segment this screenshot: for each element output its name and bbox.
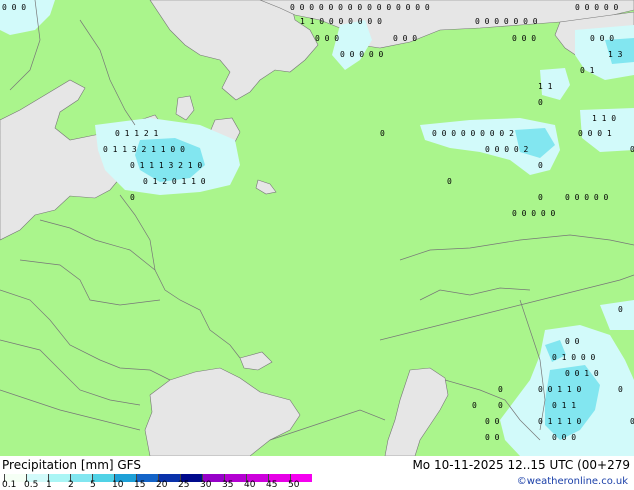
map-footer: Precipitation [mm] GFS Mo 10-11-2025 12.…: [0, 456, 634, 490]
precip-value-label: 0 0 0 0 2: [485, 145, 529, 154]
precip-value-label: 0: [538, 161, 543, 170]
caspian-sea: [384, 367, 449, 456]
precip-value-label: 0: [498, 401, 503, 410]
legend-tick-label: 30: [200, 480, 212, 490]
precip-value-label: 0 1 1 1 0: [538, 417, 582, 426]
legend-tick-label: 20: [156, 480, 168, 490]
precipitation-legend-ticks: 0.1 0.5 1 2 5 10 15 20 25 30 35 40 45 50: [0, 480, 340, 490]
legend-tick-label: 35: [222, 480, 234, 490]
precip-value-label: 0 0: [485, 417, 500, 426]
precip-value-label: 0 0 0 0 0: [340, 50, 384, 59]
legend-tick-label: 45: [266, 480, 278, 490]
precip-value-label: 0 1 1 1 3 2 1 0: [130, 161, 203, 170]
precip-value-label: 0 1 0 0 0: [552, 353, 596, 362]
precip-value-label: 1 3: [608, 50, 623, 59]
legend-tick-label: 1: [46, 480, 52, 490]
precip-value-label: 0 1 1 2 1: [115, 129, 159, 138]
legend-tick-label: 15: [134, 480, 146, 490]
precip-value-label: 0 0 0: [393, 34, 418, 43]
precip-value-label: 0 0 1 0: [565, 369, 599, 378]
precip-value-label: 0 0 0: [590, 34, 615, 43]
legend-tick-label: 0.5: [24, 480, 39, 490]
precip-value-label: 0 1 1: [552, 401, 577, 410]
forecast-datetime: Mo 10-11-2025 12..15 UTC (00+279: [412, 458, 630, 472]
white-sea: [149, 0, 319, 101]
precip-value-label: 0 0 0 0 0 0 0: [475, 17, 538, 26]
precip-value-label: 0: [538, 98, 543, 107]
legend-tick-label: 5: [90, 480, 96, 490]
precip-value-label: 0: [618, 305, 623, 314]
legend-tick-label: 40: [244, 480, 256, 490]
precip-value-label: 0 0 1 1 0: [538, 385, 582, 394]
rybinsk-reservoir: [255, 179, 277, 195]
precip-value-label: 0: [130, 193, 135, 202]
precip-value-label: 0 1 2 0 1 1 0: [143, 177, 206, 186]
precip-value-label: 0 0 0 1: [578, 129, 612, 138]
precip-value-label: 0 0 0: [552, 433, 577, 442]
precip-value-label: 1 1 0: [592, 114, 617, 123]
precip-value-label: 0: [447, 177, 452, 186]
precip-value-label: 0: [630, 417, 634, 426]
precip-value-label: 0 0 0 0 0: [575, 3, 619, 12]
precip-value-label: 0: [618, 385, 623, 394]
black-sea: [144, 367, 301, 456]
legend-tick-label: 10: [112, 480, 124, 490]
sea-of-azov: [239, 351, 273, 371]
precip-value-label: 0 0 0 0 0 0 0 0 2: [432, 129, 514, 138]
precip-value-label: 0: [538, 193, 543, 202]
weatheronline-credit-link[interactable]: ©weatheronline.co.uk: [517, 476, 628, 487]
precip-value-label: 0 0 0: [315, 34, 340, 43]
precip-value-label: 0 0 0 0 0: [565, 193, 609, 202]
map-title: Precipitation [mm] GFS: [2, 458, 141, 472]
lake-onega: [175, 95, 195, 121]
precip-value-label: 0: [380, 129, 385, 138]
precip-value-label: 0: [472, 401, 477, 410]
precip-value-label: 0 0: [565, 337, 580, 346]
precip-value-label: 0 0 0 0 0 0 0 0 0 0 0 0 0 0 0: [290, 3, 430, 12]
precip-value-label: 0 0 0: [2, 3, 27, 12]
precip-value-label: 0 1: [580, 66, 595, 75]
legend-tick-label: 2: [68, 480, 74, 490]
precip-value-label: 0: [630, 145, 634, 154]
legend-tick-label: 0.1: [2, 480, 17, 490]
precip-value-label: 1 1 0 0 0 0 0 0 0: [300, 17, 382, 26]
legend-tick-label: 25: [178, 480, 190, 490]
precip-value-label: 0 1 1 3 2 1 1 0 0: [103, 145, 185, 154]
precip-value-label: 0: [498, 385, 503, 394]
precip-value-label: 0 0 0: [512, 34, 537, 43]
legend-tick-label: 50: [288, 480, 300, 490]
precipitation-map[interactable]: 0 0 00 0 0 0 0 0 0 0 0 0 0 0 0 0 00 0 0 …: [0, 0, 634, 456]
precip-value-label: 0 0: [485, 433, 500, 442]
precip-value-label: 1 1: [538, 82, 553, 91]
precip-value-label: 0 0 0 0 0: [512, 209, 556, 218]
